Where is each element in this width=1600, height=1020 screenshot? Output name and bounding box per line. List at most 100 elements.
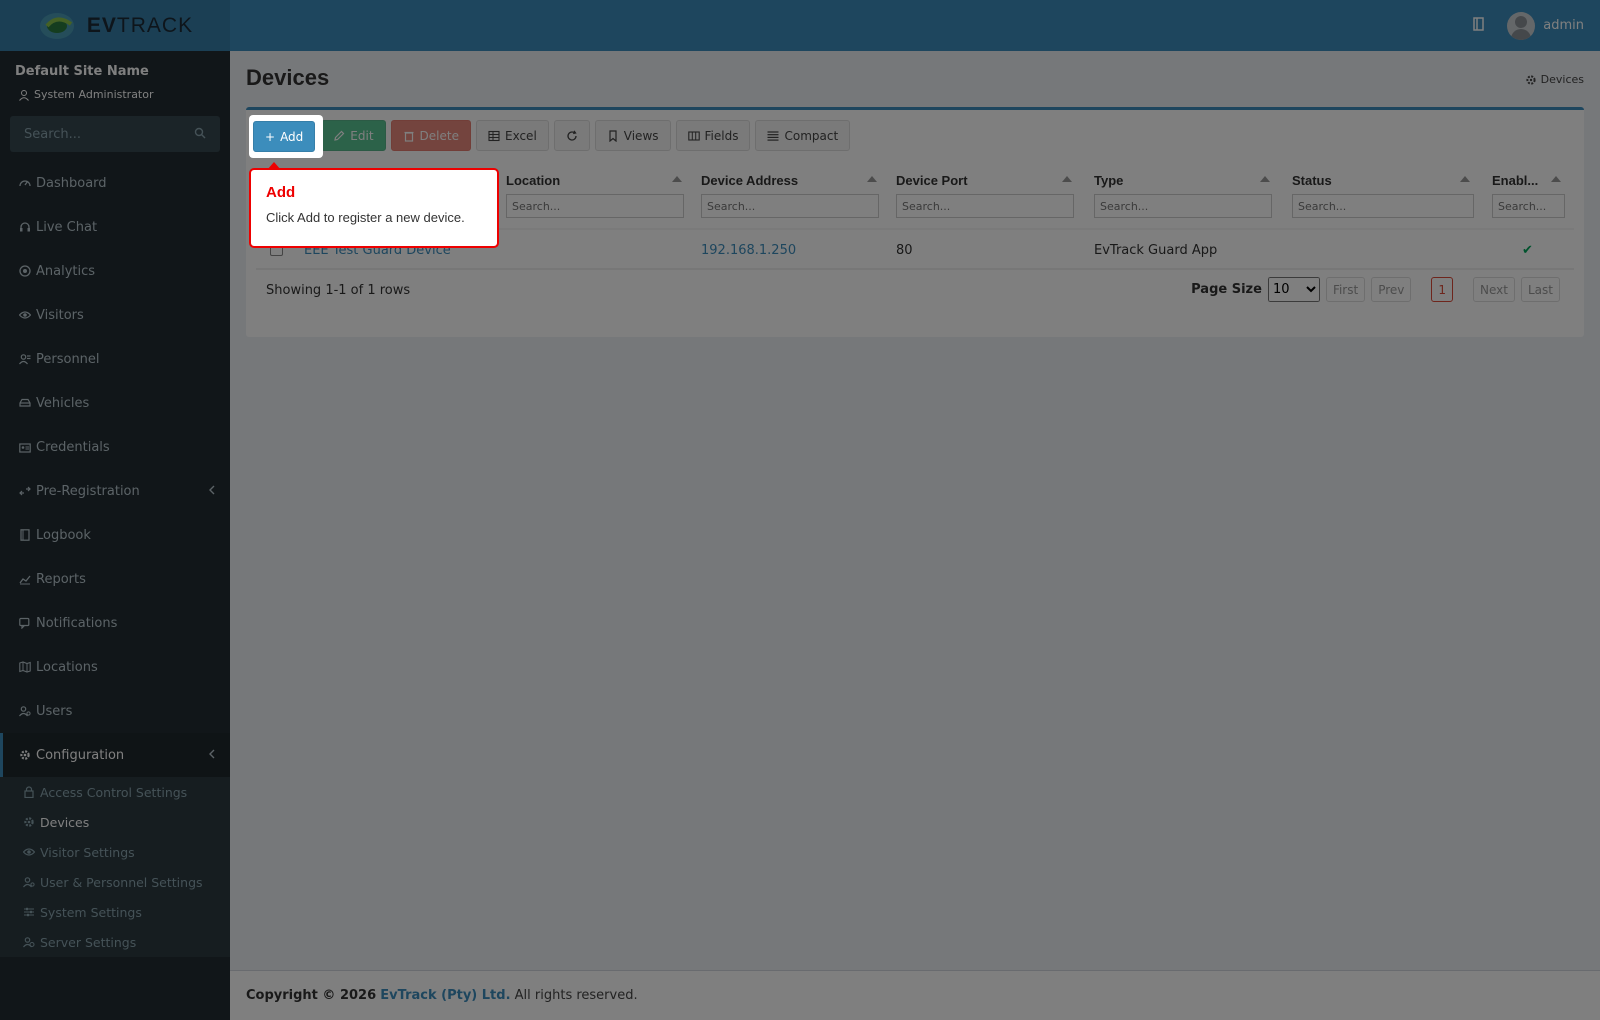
edit-button[interactable]: Edit (321, 120, 386, 151)
type-cell: EvTrack Guard App (1094, 243, 1218, 258)
tour-popover: Add Click Add to register a new device. (249, 162, 499, 248)
company-link[interactable]: EvTrack (Pty) Ltd. (380, 988, 510, 1003)
column-header[interactable]: Device Port (896, 170, 1076, 190)
sidebar-item-personnel[interactable]: Personnel (0, 337, 230, 381)
tour-highlight: + Add (249, 115, 323, 158)
sort-icon[interactable] (1551, 176, 1561, 182)
type-filter-input[interactable] (1094, 194, 1272, 218)
status-filter-input[interactable] (1292, 194, 1474, 218)
enabled-filter-input[interactable] (1492, 194, 1565, 218)
device-address-cell[interactable]: 192.168.1.250 (701, 243, 796, 258)
sidebar-subitem-visitor-settings[interactable]: Visitor Settings (0, 837, 230, 867)
breadcrumb[interactable]: Devices (1525, 73, 1584, 86)
column-device-port: Device Port (896, 170, 1076, 218)
column-header[interactable]: Type (1094, 170, 1274, 190)
column-header[interactable]: Device Address (701, 170, 881, 190)
configuration-submenu: Access Control Settings Devices Visitor … (0, 777, 230, 957)
sort-icon[interactable] (672, 176, 682, 182)
sidebar-item-credentials[interactable]: Credentials (0, 425, 230, 469)
sort-icon[interactable] (1062, 176, 1072, 182)
sidebar-item-analytics[interactable]: Analytics (0, 249, 230, 293)
brand-logo[interactable]: EVTRACK (0, 0, 230, 51)
sidebar-item-configuration[interactable]: Configuration (0, 733, 230, 777)
device-port-filter-input[interactable] (896, 194, 1074, 218)
chevron-left-icon (208, 484, 216, 499)
current-page-button[interactable]: 1 (1431, 277, 1454, 302)
sidebar-subitem-user-personnel-settings[interactable]: User & Personnel Settings (0, 867, 230, 897)
search-icon[interactable] (194, 127, 206, 139)
brand-name: EVTRACK (86, 13, 194, 37)
users-icon (23, 876, 35, 888)
next-page-button[interactable]: Next (1473, 277, 1515, 302)
pre-registration-icon (19, 485, 31, 497)
user-name: admin (1543, 18, 1584, 33)
column-location: Location (506, 170, 686, 218)
user-menu[interactable]: admin (1507, 11, 1584, 40)
delete-button[interactable]: Delete (390, 120, 471, 151)
tour-title: Add (266, 184, 296, 201)
car-icon (19, 397, 31, 409)
eye-icon (19, 309, 31, 321)
sidebar-item-visitors[interactable]: Visitors (0, 293, 230, 337)
sort-icon[interactable] (1260, 176, 1270, 182)
prev-page-button[interactable]: Prev (1371, 277, 1412, 302)
map-icon (19, 661, 31, 673)
plus-icon: + (265, 129, 276, 144)
sidebar-item-locations[interactable]: Locations (0, 645, 230, 689)
grid-toolbar: + Add Edit Delete Excel Views (254, 120, 851, 151)
pagination: Page Size 10 First Prev 1 Next Last (1191, 277, 1560, 302)
last-page-button[interactable]: Last (1521, 277, 1560, 302)
sliders-icon (23, 906, 35, 918)
page-size-select[interactable]: 10 (1267, 277, 1320, 302)
grid-footer: Showing 1-1 of 1 rows Page Size 10 First… (256, 275, 1574, 305)
sidebar-item-notifications[interactable]: Notifications (0, 601, 230, 645)
user-role: System Administrator (18, 88, 154, 101)
fields-button[interactable]: Fields (675, 120, 751, 151)
eye-icon (23, 846, 35, 858)
user-icon (18, 89, 30, 101)
sidebar-subitem-server-settings[interactable]: Server Settings (0, 927, 230, 957)
reports-icon (19, 573, 31, 585)
personnel-icon (19, 353, 31, 365)
column-header[interactable]: Location (506, 170, 686, 190)
sidebar-item-logbook[interactable]: Logbook (0, 513, 230, 557)
book-icon[interactable] (1473, 16, 1485, 35)
sidebar-item-vehicles[interactable]: Vehicles (0, 381, 230, 425)
gear-icon (23, 816, 35, 828)
dashboard-icon (19, 177, 31, 189)
sidebar-subitem-devices[interactable]: Devices (0, 807, 230, 837)
location-filter-input[interactable] (506, 194, 684, 218)
highlighted-add-button[interactable]: + Add (253, 121, 316, 152)
compact-button[interactable]: Compact (755, 120, 851, 151)
sidebar-menu: Dashboard Live Chat Analytics Visitors P… (0, 161, 230, 957)
sidebar-item-live-chat[interactable]: Live Chat (0, 205, 230, 249)
device-port-cell: 80 (896, 243, 913, 258)
refresh-button[interactable] (553, 120, 590, 151)
column-status: Status (1292, 170, 1474, 218)
sidebar-subitem-system-settings[interactable]: System Settings (0, 897, 230, 927)
sort-icon[interactable] (1460, 176, 1470, 182)
sidebar-subitem-access-control-settings[interactable]: Access Control Settings (0, 777, 230, 807)
sort-icon[interactable] (867, 176, 877, 182)
chevron-left-icon (208, 748, 216, 763)
sidebar-item-users[interactable]: Users (0, 689, 230, 733)
views-button[interactable]: Views (594, 120, 671, 151)
sidebar-item-pre-registration[interactable]: Pre-Registration (0, 469, 230, 513)
column-header[interactable]: Status (1292, 170, 1474, 190)
bookmark-icon (607, 129, 619, 142)
first-page-button[interactable]: First (1325, 277, 1366, 302)
column-enabled: Enabl... (1492, 170, 1565, 218)
columns-icon (687, 130, 700, 142)
table-icon (488, 130, 500, 142)
gear-icon (19, 749, 31, 761)
enabled-check-icon: ✔ (1522, 243, 1533, 258)
analytics-icon (19, 265, 31, 277)
pencil-icon (333, 130, 345, 142)
credentials-icon (19, 441, 31, 453)
sidebar-search-input[interactable] (10, 116, 180, 152)
excel-button[interactable]: Excel (475, 120, 549, 151)
sidebar-item-reports[interactable]: Reports (0, 557, 230, 601)
sidebar-item-dashboard[interactable]: Dashboard (0, 161, 230, 205)
sidebar-search (10, 116, 220, 152)
device-address-filter-input[interactable] (701, 194, 879, 218)
